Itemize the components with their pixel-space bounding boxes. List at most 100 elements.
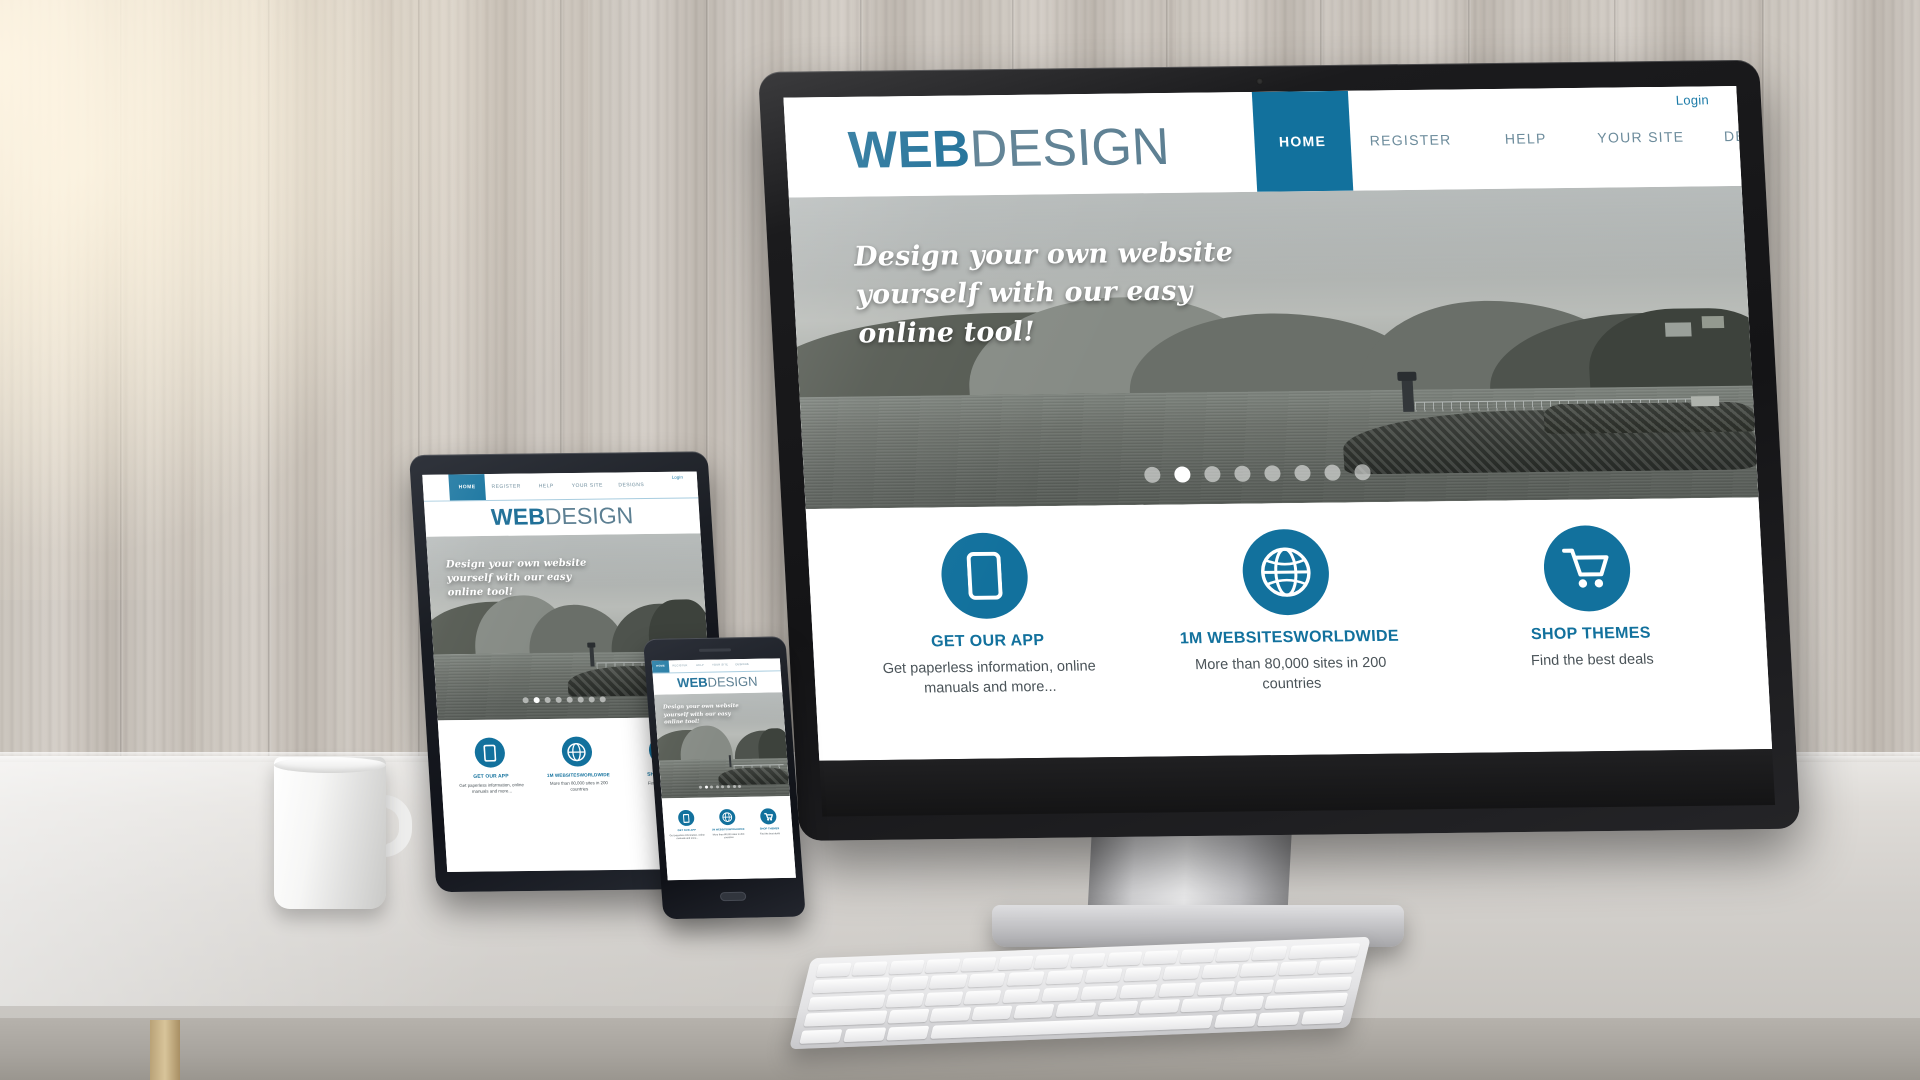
- nav-item-register[interactable]: REGISTER: [1348, 89, 1474, 190]
- shopping-cart-glyph: [1562, 548, 1609, 588]
- feature-desc: Get paperless information, online manual…: [669, 833, 705, 841]
- slider-dot[interactable]: [1203, 466, 1221, 483]
- globe-glyph: [722, 812, 733, 823]
- phone-screen: HOME REGISTER HELP YOUR SITE DESIGNS WEB…: [651, 658, 796, 881]
- nav-item-register[interactable]: REGISTER: [669, 660, 692, 672]
- slider-dot[interactable]: [726, 785, 731, 789]
- nav-item-register[interactable]: REGISTER: [484, 474, 528, 500]
- slider-dot-active[interactable]: [533, 697, 540, 704]
- website-phone: HOME REGISTER HELP YOUR SITE DESIGNS WEB…: [651, 658, 796, 881]
- monitor-screen: Login WEBDESIGN HOME REGISTER HELP YOUR …: [783, 86, 1773, 761]
- website-desktop: Login WEBDESIGN HOME REGISTER HELP YOUR …: [783, 86, 1773, 761]
- slider-dot[interactable]: [1354, 464, 1371, 481]
- feature-section: GET OUR APP Get paperless information, o…: [805, 497, 1772, 759]
- nav-item-help[interactable]: HELP: [1468, 88, 1583, 189]
- feature-title: GET OUR APP: [930, 632, 1045, 651]
- nav-item-designs[interactable]: DESIGNS: [731, 659, 754, 671]
- mobile-phone-glyph: [682, 813, 690, 823]
- feature-card-shop: SHOP THEMES Find the best deals: [1434, 524, 1748, 751]
- desktop-monitor: Login WEBDESIGN HOME REGISTER HELP YOUR …: [758, 59, 1801, 841]
- slider-dot[interactable]: [1143, 466, 1161, 483]
- slider-dot-active[interactable]: [1173, 466, 1191, 483]
- slider-dot[interactable]: [566, 696, 573, 703]
- slider-dot[interactable]: [1264, 465, 1281, 482]
- slider-dot[interactable]: [555, 696, 562, 703]
- feature-card-worldwide: 1M WEBSITESWORLDWIDE More than 80,000 si…: [706, 809, 753, 880]
- main-navigation: HOME REGISTER HELP YOUR SITE DESIGNS: [1251, 86, 1772, 192]
- nav-item-designs[interactable]: DESIGNS: [608, 472, 654, 498]
- brand-light: DESIGN: [544, 502, 634, 530]
- feature-title: 1M WEBSITESWORLDWIDE: [711, 827, 745, 832]
- slider-dot[interactable]: [721, 785, 725, 789]
- slider-dots: [522, 696, 606, 704]
- globe-icon[interactable]: [718, 809, 736, 826]
- nav-item-home[interactable]: HOME: [448, 474, 486, 501]
- mug-body: [274, 757, 386, 909]
- feature-card-app: GET OUR APP Get paperless information, o…: [665, 809, 712, 881]
- brand-logo: WEBDESIGN: [490, 502, 634, 531]
- slider-dot[interactable]: [1294, 464, 1311, 482]
- nav-item-your-site[interactable]: YOUR SITE: [709, 659, 732, 671]
- feature-title: SHOP THEMES: [1530, 624, 1652, 644]
- slider-dot[interactable]: [577, 696, 584, 703]
- nav-item-help[interactable]: HELP: [526, 473, 566, 499]
- brand-logo: WEBDESIGN: [677, 674, 758, 691]
- shopping-cart-icon[interactable]: [1542, 524, 1633, 612]
- feature-desc: More than 80,000 sites in 200 countries: [1194, 654, 1387, 693]
- brand-bold: WEB: [490, 503, 546, 530]
- slider-dot[interactable]: [522, 697, 529, 704]
- feature-title: 1M WEBSITESWORLDWIDE: [1179, 627, 1400, 648]
- feature-card-app: GET OUR APP Get paperless information, o…: [831, 531, 1145, 758]
- nav-item-help[interactable]: HELP: [691, 660, 710, 672]
- slider-dot[interactable]: [599, 696, 606, 703]
- nav-item-home[interactable]: HOME: [651, 660, 670, 673]
- shopping-cart-glyph: [763, 812, 773, 821]
- hero-line-1: Design your own website: [853, 237, 1235, 273]
- slider-dot[interactable]: [1233, 465, 1251, 482]
- nav-item-your-site[interactable]: YOUR SITE: [1578, 86, 1704, 187]
- feature-section: GET OUR APP Get paperless information, o…: [662, 799, 796, 881]
- slider-dot[interactable]: [588, 696, 595, 703]
- hero-headline: Design your own website yourself with ou…: [446, 557, 589, 601]
- phone-home-button[interactable]: [719, 891, 747, 902]
- globe-icon[interactable]: [1240, 528, 1332, 616]
- tablet-header: Login HOME REGISTER HELP YOUR SITE DESIG…: [422, 471, 699, 502]
- mobile-phone-glyph: [482, 744, 497, 762]
- hero-line-2: yourself with our easy: [446, 572, 572, 585]
- feature-desc: More than 80,000 sites in 200 countries: [712, 832, 745, 840]
- coffee-mug: [274, 757, 412, 917]
- nav-item-your-site[interactable]: YOUR SITE: [564, 473, 610, 499]
- shopping-cart-icon[interactable]: [760, 808, 778, 825]
- desk-leg: [150, 1020, 180, 1080]
- mobile-phone-icon[interactable]: [938, 532, 1030, 620]
- slider-dot[interactable]: [698, 785, 703, 789]
- mobile-phone-glyph: [966, 551, 1003, 600]
- feature-card-worldwide: 1M WEBSITESWORLDWIDE More than 80,000 si…: [1133, 527, 1447, 754]
- tablet-navigation: HOME REGISTER HELP YOUR SITE DESIGNS: [448, 472, 654, 501]
- feature-title: SHOP THEMES: [759, 827, 780, 831]
- feature-desc: Get paperless information, online manual…: [882, 658, 1097, 697]
- mug-rim: [274, 757, 386, 773]
- slider-dot[interactable]: [1324, 464, 1341, 481]
- slider-dot[interactable]: [738, 784, 742, 788]
- slider-dot-active[interactable]: [704, 785, 708, 789]
- slider-dot[interactable]: [715, 785, 719, 789]
- slider-dots: [1143, 464, 1371, 483]
- login-link[interactable]: Login: [672, 475, 684, 480]
- brand-bold: WEB: [846, 120, 972, 180]
- scene-root: Login WEBDESIGN HOME REGISTER HELP YOUR …: [0, 0, 1920, 1080]
- slider-dot[interactable]: [710, 785, 714, 789]
- hero-slider: Design your own website yourself with ou…: [654, 692, 790, 799]
- brand-light: DESIGN: [968, 117, 1171, 179]
- feature-card-worldwide: 1M WEBSITESWORLDWIDE More than 80,000 si…: [532, 736, 627, 863]
- slider-dot[interactable]: [732, 785, 736, 789]
- hero-headline: Design your own website yourself with ou…: [663, 703, 740, 727]
- slider-dot[interactable]: [544, 696, 551, 704]
- globe-icon[interactable]: [560, 736, 593, 767]
- monitor-chin: [819, 749, 1776, 817]
- mobile-phone-icon[interactable]: [677, 809, 695, 827]
- mobile-phone-icon[interactable]: [473, 737, 506, 768]
- hero-line-3: online tool!: [663, 719, 700, 726]
- phone-speaker: [698, 648, 732, 652]
- nav-item-home[interactable]: HOME: [1251, 90, 1354, 192]
